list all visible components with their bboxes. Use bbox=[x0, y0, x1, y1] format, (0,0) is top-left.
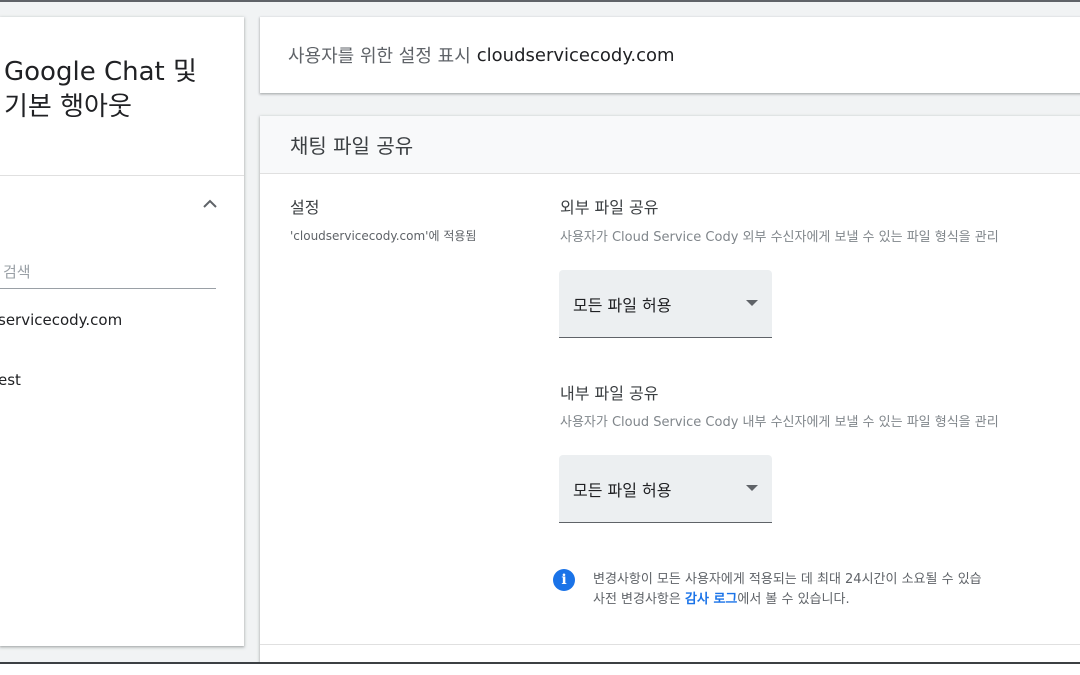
internal-sharing-title: 내부 파일 공유 bbox=[560, 384, 659, 403]
info-message-line1: 변경사항이 모든 사용자에게 적용되는 데 최대 24시간이 소요될 수 있습 bbox=[593, 572, 982, 587]
dropdown-arrow-icon bbox=[746, 485, 758, 491]
window-frame-bottom bbox=[0, 662, 1080, 675]
setting-label: 설정 bbox=[290, 198, 320, 217]
left-title-line1: Google Chat 및 bbox=[4, 57, 197, 87]
external-sharing-title: 외부 파일 공유 bbox=[560, 198, 659, 217]
internal-sharing-select[interactable]: 모든 파일 허용 bbox=[559, 455, 772, 523]
org-unit-item[interactable]: servicecody.com bbox=[0, 311, 238, 329]
left-panel-title: Google Chat 및 기본 행아웃 bbox=[4, 55, 240, 125]
info-line2-prefix: 사전 변경사항은 bbox=[593, 592, 685, 607]
card-footer-divider bbox=[260, 644, 1080, 645]
search-input[interactable] bbox=[0, 257, 216, 287]
left-panel: Google Chat 및 기본 행아웃 servicecody.com est bbox=[0, 17, 244, 646]
org-search bbox=[0, 257, 216, 289]
internal-sharing-value: 모든 파일 허용 bbox=[573, 480, 672, 500]
chat-file-sharing-card: 채팅 파일 공유 설정 'cloudservicecody.com'에 적용됨 … bbox=[260, 116, 1080, 675]
chevron-up-icon[interactable] bbox=[198, 191, 222, 215]
audit-log-link[interactable]: 감사 로그 bbox=[685, 592, 737, 607]
scope-prefix: 사용자를 위한 설정 표시 bbox=[288, 46, 471, 67]
internal-sharing-description: 사용자가 Cloud Service Cody 내부 수신자에게 보낼 수 있는… bbox=[560, 415, 999, 430]
external-sharing-select[interactable]: 모든 파일 허용 bbox=[559, 270, 772, 338]
settings-scope-header: 사용자를 위한 설정 표시 cloudservicecody.com bbox=[260, 17, 1080, 93]
info-line2-suffix: 에서 볼 수 있습니다. bbox=[737, 592, 850, 607]
card-title: 채팅 파일 공유 bbox=[260, 116, 1080, 174]
left-divider bbox=[0, 175, 244, 176]
info-message-line2: 사전 변경사항은 감사 로그에서 볼 수 있습니다. bbox=[593, 588, 850, 607]
scope-domain[interactable]: cloudservicecody.com bbox=[477, 45, 675, 66]
org-unit-item[interactable]: est bbox=[0, 371, 238, 389]
external-sharing-value: 모든 파일 허용 bbox=[573, 295, 672, 315]
setting-applied-to: 'cloudservicecody.com'에 적용됨 bbox=[290, 229, 477, 243]
dropdown-arrow-icon bbox=[746, 300, 758, 306]
window-frame-top bbox=[0, 0, 1080, 2]
external-sharing-description: 사용자가 Cloud Service Cody 외부 수신자에게 보낼 수 있는… bbox=[560, 230, 999, 245]
left-title-line2: 기본 행아웃 bbox=[4, 92, 132, 122]
info-icon: i bbox=[553, 569, 575, 591]
